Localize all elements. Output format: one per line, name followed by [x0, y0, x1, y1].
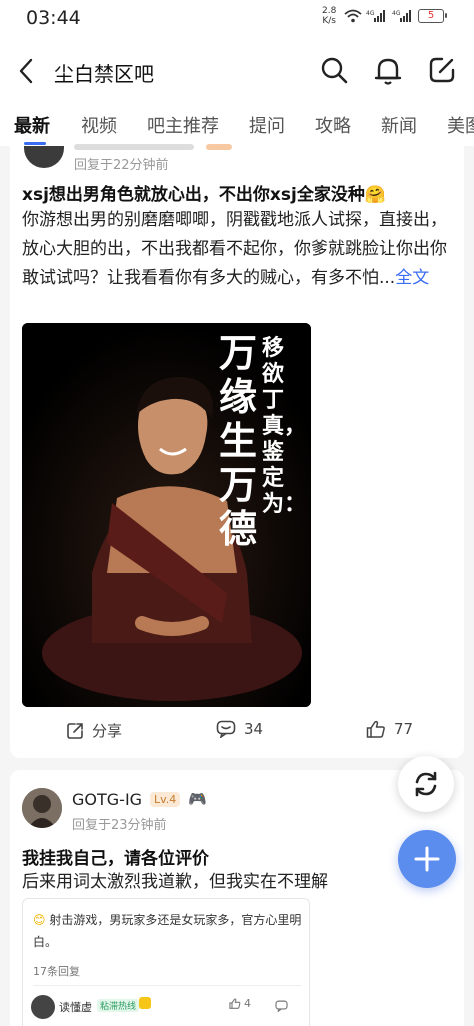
image-char: 生 [218, 418, 257, 463]
like-button[interactable]: 77 [366, 720, 413, 738]
quoted-comment[interactable]: 😊 射击游戏，男玩家多还是女玩家多，官方心里明白。 17条回复 读懂虚 粘滞热线… [22, 898, 310, 1026]
avatar[interactable] [22, 788, 62, 828]
share-icon [67, 722, 83, 739]
post-title[interactable]: xsj想出男角色就放心出，不出你xsj全家没种🤗 [22, 180, 386, 205]
thumbs-up-icon [366, 720, 385, 738]
back-arrow-icon[interactable] [18, 58, 34, 88]
level-badge: Lv.4 [150, 792, 181, 807]
image-caption-large: 万 缘 生 万 德 [212, 331, 264, 551]
tab-news[interactable]: 新闻 [381, 112, 417, 138]
image-caption-small: 移欲丁真，鉴定为： [262, 335, 307, 517]
image-char: 德 [218, 506, 257, 551]
reply-comment-icon[interactable] [275, 997, 288, 1016]
tab-images[interactable]: 美图 [447, 112, 474, 138]
reply-username[interactable]: 读懂虚 [59, 999, 92, 1015]
read-more-link[interactable]: 全文 [395, 268, 429, 288]
comment-icon [216, 720, 236, 738]
tab-video[interactable]: 视频 [81, 112, 117, 138]
tab-latest[interactable]: 最新 [14, 112, 50, 138]
like-count: 77 [394, 720, 414, 738]
image-char: 万 [218, 462, 257, 507]
post-image[interactable]: 万 缘 生 万 德 移欲丁真，鉴定为： [22, 323, 311, 707]
network-speed: 2.8 K/s [322, 6, 336, 26]
signal-icon: 4G [392, 8, 414, 27]
signal-icon: 4G [366, 8, 388, 27]
username[interactable]: GOTG-IG [72, 790, 142, 809]
refresh-icon [415, 771, 437, 797]
status-bar: 03:44 2.8 K/s 4G 4G 5 [0, 0, 474, 36]
member-badge-icon: 🎮 [188, 790, 207, 808]
username-clipped [74, 144, 194, 150]
network-speed-value: 2.8 [322, 6, 337, 16]
reply-like-count: 4 [244, 997, 251, 1010]
reply-time: 回复于22分钟前 [74, 158, 169, 173]
post-card[interactable]: 回复于22分钟前 xsj想出男角色就放心出，不出你xsj全家没种🤗 你游想出男的… [10, 144, 464, 758]
post-title[interactable]: 我挂我自己，请各位评价 [22, 844, 209, 869]
category-tabs: 最新 视频 吧主推荐 提问 攻略 新闻 美图 [0, 106, 474, 146]
reply-like[interactable]: 4 [229, 997, 251, 1010]
post-body[interactable]: 你游想出男的别磨磨唧唧，阴戳戳地派人试探，直接出，放心大胆的出，不出我都看不起你… [22, 206, 454, 293]
divider [33, 985, 301, 986]
quote-text: 射击游戏，男玩家多还是女玩家多，官方心里明白。 [33, 913, 302, 949]
tab-guides[interactable]: 攻略 [315, 112, 351, 138]
active-tab-indicator [24, 142, 46, 145]
emoji-icon: 😊 [33, 913, 46, 927]
post-body[interactable]: 后来用词太激烈我道歉，但我实在不理解 [22, 868, 454, 897]
refresh-button[interactable] [398, 756, 454, 812]
thumbs-up-icon [229, 998, 241, 1009]
post-actions: 分享 34 77 [10, 720, 464, 750]
signal-label: 4G [366, 10, 375, 17]
network-speed-unit: K/s [322, 16, 336, 26]
forum-title: 尘白禁区吧 [54, 62, 154, 86]
search-icon[interactable] [320, 56, 348, 88]
image-char: 万 [218, 330, 257, 375]
medal-icon [139, 997, 151, 1009]
share-label: 分享 [92, 722, 123, 740]
avatar-art [22, 788, 62, 828]
signal-label: 4G [392, 10, 401, 17]
status-time: 03:44 [26, 7, 81, 29]
edit-icon[interactable] [428, 56, 456, 88]
reply-time: 回复于23分钟前 [72, 818, 167, 833]
comment-button[interactable]: 34 [216, 720, 263, 738]
avatar[interactable] [24, 146, 64, 168]
bell-icon[interactable] [374, 56, 402, 90]
quoted-comment-text: 😊 射击游戏，男玩家多还是女玩家多，官方心里明白。 [33, 909, 303, 953]
image-char: 缘 [218, 374, 257, 419]
plus-icon [414, 846, 440, 872]
tab-moderator-picks[interactable]: 吧主推荐 [147, 112, 219, 138]
user-badge: 粘滞热线 [97, 999, 140, 1012]
battery-icon: 5 [418, 9, 447, 23]
reply-count[interactable]: 17条回复 [33, 963, 80, 979]
post-card[interactable]: GOTG-IG Lv.4 🎮 回复于23分钟前 我挂我自己，请各位评价 后来用词… [10, 770, 464, 1026]
share-button[interactable]: 分享 [66, 720, 122, 741]
comment-count: 34 [244, 720, 264, 738]
wifi-icon [344, 8, 362, 27]
forum-header: 尘白禁区吧 [0, 36, 474, 106]
tab-questions[interactable]: 提问 [249, 112, 285, 138]
new-post-button[interactable] [398, 830, 456, 888]
post-body-text: 你游想出男的别磨磨唧唧，阴戳戳地派人试探，直接出，放心大胆的出，不出我都看不起你… [22, 210, 447, 288]
level-badge-clipped [206, 144, 232, 150]
avatar[interactable] [31, 995, 55, 1019]
